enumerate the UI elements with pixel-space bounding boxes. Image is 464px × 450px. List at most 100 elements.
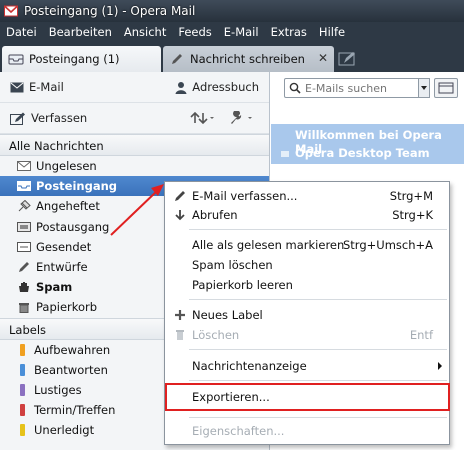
email-button[interactable]: E-Mail [10, 80, 64, 94]
tab-inbox[interactable]: Posteingang (1) [2, 46, 161, 72]
menu-delete-spam[interactable]: Spam löschen [165, 256, 449, 274]
label-color-swatch [20, 383, 25, 396]
tab-compose[interactable]: Nachricht schreiben ✕ [163, 46, 334, 72]
label-text: Beantworten [34, 362, 108, 377]
label-text: Lustiges [34, 382, 82, 397]
menu-fetch[interactable]: Abrufen Strg+K [165, 206, 449, 224]
menu-item-label: Löschen [192, 328, 240, 342]
pin-icon [18, 200, 31, 212]
menu-item-label: Eigenschaften... [192, 424, 285, 438]
close-tab-icon[interactable]: ✕ [318, 51, 328, 65]
menu-empty-trash[interactable]: Papierkorb leeren [165, 276, 449, 294]
view-toggle-button[interactable] [434, 78, 458, 98]
folder-label: Spam [36, 280, 73, 295]
person-icon [175, 81, 187, 94]
plus-icon [175, 310, 185, 320]
label-color-swatch [20, 363, 25, 376]
label-color-swatch [20, 404, 25, 417]
folder-unread[interactable]: Ungelesen [0, 156, 269, 176]
menu-feeds[interactable]: Feeds [172, 22, 217, 42]
submenu-arrow-icon [438, 362, 442, 370]
menu-delete[interactable]: Löschen Entf [165, 326, 449, 344]
unread-envelope-icon [17, 161, 31, 172]
label-text: Termin/Treffen [34, 403, 116, 418]
menu-bearbeiten[interactable]: Bearbeiten [43, 22, 118, 42]
compose-button-label: Verfassen [31, 111, 88, 125]
compose-icon [10, 112, 25, 125]
tab-inbox-label: Posteingang (1) [29, 52, 120, 66]
search-input[interactable] [305, 81, 415, 95]
sync-button[interactable] [189, 112, 220, 124]
inbox-icon [17, 181, 31, 192]
search-dropdown-button[interactable] [418, 78, 430, 98]
menu-item-label: Abrufen [192, 208, 238, 222]
label-color-swatch [20, 343, 25, 356]
menu-item-shortcut: Strg+K [392, 208, 433, 222]
menu-compose-email[interactable]: E-Mail verfassen... Strg+M [165, 187, 449, 205]
tab-bar: Posteingang (1) Nachricht schreiben ✕ [0, 42, 464, 72]
export-highlight-box [165, 383, 450, 411]
menu-datei[interactable]: Datei [0, 22, 43, 42]
menu-email[interactable]: E-Mail [218, 22, 265, 42]
chevron-down-icon [421, 86, 427, 90]
folder-label: Postausgang [36, 219, 110, 234]
new-tab-icon[interactable] [338, 50, 358, 68]
settings-wrench-button[interactable] [228, 111, 259, 125]
menu-new-label[interactable]: Neues Label [165, 306, 449, 324]
mail-tab-icon [8, 54, 24, 65]
menu-separator [189, 417, 447, 418]
pencil-icon [175, 191, 185, 201]
title-bar: Posteingang (1) - Opera Mail [0, 0, 464, 22]
drafts-icon [19, 262, 29, 273]
menu-item-shortcut: Strg+M [389, 189, 433, 203]
context-menu: E-Mail verfassen... Strg+M Abrufen Strg+… [164, 181, 450, 445]
menu-separator [189, 380, 447, 381]
menu-item-shortcut: Strg+Umsch+A [343, 238, 433, 252]
sent-icon [17, 241, 31, 252]
folder-label: Angeheftet [36, 199, 100, 214]
email-button-label: E-Mail [29, 80, 64, 94]
menu-hilfe[interactable]: Hilfe [313, 22, 351, 42]
menu-item-label: Nachrichtenanzeige [192, 359, 307, 373]
menu-ansicht[interactable]: Ansicht [118, 22, 172, 42]
menu-item-label: E-Mail verfassen... [192, 189, 298, 203]
addressbook-button[interactable]: Adressbuch [175, 80, 259, 94]
wrench-icon [231, 111, 252, 124]
folder-label: Gesendet [36, 239, 92, 254]
label-text: Aufbewahren [34, 342, 111, 357]
menu-separator [189, 299, 447, 300]
label-text: Unerledigt [34, 423, 95, 438]
menu-item-label: Spam löschen [192, 258, 273, 272]
fetch-arrow-icon [175, 210, 185, 221]
folder-label: Entwürfe [36, 260, 88, 275]
sync-arrows-icon [190, 112, 214, 124]
menu-separator [189, 229, 447, 230]
spam-hand-icon [19, 282, 29, 293]
menu-bar: Datei Bearbeiten Ansicht Feeds E-Mail Ex… [0, 22, 464, 42]
menu-item-label: Papierkorb leeren [192, 278, 293, 292]
layout-icon [438, 82, 454, 94]
envelope-icon [10, 82, 24, 92]
menu-separator [189, 349, 447, 350]
all-messages-header[interactable]: Alle Nachrichten [0, 134, 269, 156]
search-box[interactable] [284, 78, 429, 98]
mail-list-item-selected[interactable]: Willkommen bei Opera Mail Opera Desktop … [271, 124, 464, 164]
trash-icon [176, 330, 184, 340]
menu-extras[interactable]: Extras [265, 22, 313, 42]
folder-label: Papierkorb [36, 300, 98, 315]
search-icon [289, 82, 301, 94]
menu-message-view[interactable]: Nachrichtenanzeige [165, 357, 449, 375]
menu-mark-all-read[interactable]: Alle als gelesen markieren Strg+Umsch+A [165, 236, 449, 254]
folder-label: Posteingang [36, 179, 118, 194]
window-title: Posteingang (1) - Opera Mail [24, 4, 196, 18]
mail-sender: Opera Desktop Team [295, 146, 430, 160]
pencil-icon [172, 54, 182, 64]
menu-properties[interactable]: Eigenschaften... [165, 422, 449, 440]
menu-item-shortcut: Entf [409, 328, 433, 342]
opera-mail-icon [4, 5, 18, 17]
compose-button[interactable]: Verfassen [10, 111, 87, 125]
panel-toolbar-compose: Verfassen [0, 103, 269, 134]
outbox-icon [17, 221, 31, 232]
folder-label: Ungelesen [36, 159, 97, 174]
menu-item-label: Neues Label [192, 308, 263, 322]
